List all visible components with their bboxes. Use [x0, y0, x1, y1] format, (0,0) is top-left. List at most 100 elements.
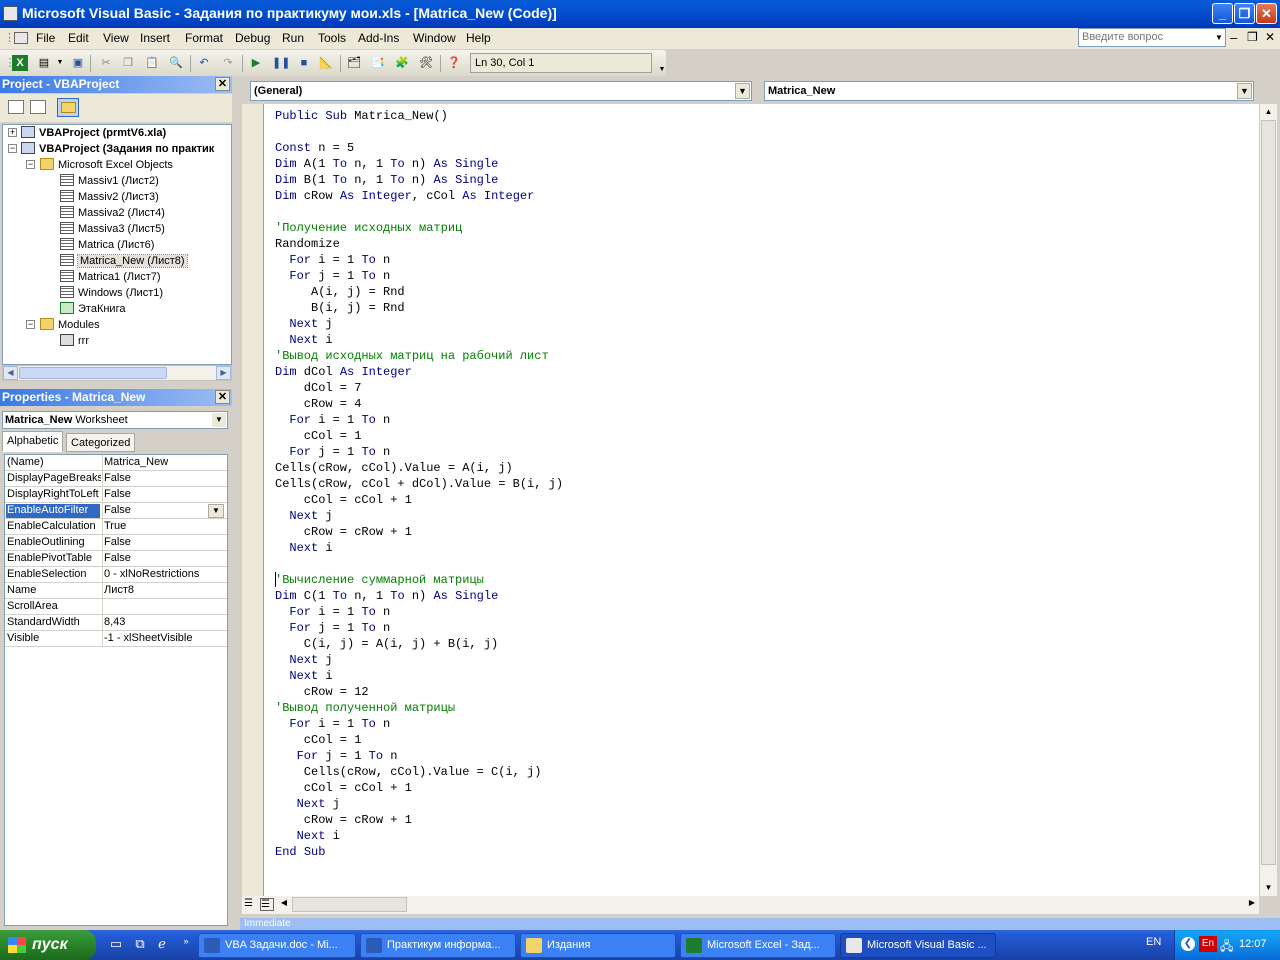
code-margin[interactable]: [242, 104, 264, 896]
code-line[interactable]: cRow = cRow + 1: [275, 812, 412, 828]
code-line[interactable]: Dim cRow As Integer, cCol As Integer: [275, 188, 534, 204]
menu-add-ins[interactable]: Add-Ins: [358, 31, 399, 45]
copy-icon[interactable]: ❐: [120, 55, 136, 71]
help-icon[interactable]: ❓: [446, 55, 462, 71]
property-value[interactable]: [102, 599, 227, 614]
code-line[interactable]: For j = 1 To n: [275, 620, 390, 636]
tree-node-sheet[interactable]: Matrica1 (Лист7): [60, 269, 161, 285]
chevron-double-icon[interactable]: »: [178, 936, 194, 952]
code-line[interactable]: Next i: [275, 668, 332, 684]
scroll-thumb[interactable]: [292, 897, 407, 912]
code-line[interactable]: 'Вывод полученной матрицы: [275, 700, 455, 716]
property-value[interactable]: 8,43: [102, 615, 227, 630]
reset-icon[interactable]: ■: [296, 55, 312, 71]
property-row[interactable]: EnableCalculation True: [5, 519, 227, 535]
scroll-thumb[interactable]: [1261, 120, 1276, 865]
scroll-right-icon[interactable]: ▶: [216, 366, 231, 380]
doc-restore-icon[interactable]: ❐: [1247, 30, 1258, 44]
code-line[interactable]: For j = 1 To n: [275, 748, 398, 764]
tree-node-sheet[interactable]: Massiv1 (Лист2): [60, 173, 159, 189]
property-row[interactable]: EnableOutlining False: [5, 535, 227, 551]
cut-icon[interactable]: ✂: [98, 55, 114, 71]
scroll-down-icon[interactable]: ▼: [1261, 880, 1276, 895]
chevron-down-icon[interactable]: ▼: [208, 504, 224, 518]
code-line[interactable]: Next j: [275, 508, 332, 524]
menu-view[interactable]: View: [103, 31, 129, 45]
design-mode-icon[interactable]: 📐: [318, 55, 334, 71]
close-button[interactable]: ✕: [1256, 3, 1277, 24]
task-excel[interactable]: Microsoft Excel - Зад...: [680, 933, 836, 958]
code-line[interactable]: Cells(cRow, cCol + dCol).Value = B(i, j): [275, 476, 563, 492]
menu-edit[interactable]: Edit: [68, 31, 89, 45]
menu-file[interactable]: File: [36, 31, 55, 45]
property-row[interactable]: StandardWidth 8,43: [5, 615, 227, 631]
property-row[interactable]: (Name) Matrica_New: [5, 455, 227, 471]
property-row[interactable]: EnableSelection 0 - xlNoRestrictions: [5, 567, 227, 583]
code-line[interactable]: For i = 1 To n: [275, 252, 390, 268]
menu-debug[interactable]: Debug: [235, 31, 270, 45]
code-line[interactable]: For i = 1 To n: [275, 716, 390, 732]
expand-icon[interactable]: +: [8, 128, 17, 137]
code-line[interactable]: Const n = 5: [275, 140, 354, 156]
code-line[interactable]: Next j: [275, 316, 332, 332]
menu-format[interactable]: Format: [185, 31, 223, 45]
code-hscrollbar[interactable]: ☰ ☰ ◀ ▶: [242, 896, 1259, 914]
tree-node-excel-objects[interactable]: Microsoft Excel Objects: [40, 157, 173, 173]
scroll-left-icon[interactable]: ◀: [3, 366, 18, 380]
task-word-practicum[interactable]: Практикум информа...: [360, 933, 516, 958]
chevron-down-icon[interactable]: ▼: [52, 55, 68, 71]
internet-explorer-icon[interactable]: ℯ: [154, 936, 170, 952]
code-line[interactable]: 'Вычисление суммарной матрицы: [275, 572, 484, 588]
code-line[interactable]: Dim C(1 To n, 1 To n) As Single: [275, 588, 498, 604]
chevron-down-icon[interactable]: ▼: [1237, 83, 1252, 99]
code-line[interactable]: End Sub: [275, 844, 325, 860]
task-vba-active[interactable]: Microsoft Visual Basic ...: [840, 933, 996, 958]
property-row[interactable]: Name Лист8: [5, 583, 227, 599]
property-row[interactable]: DisplayRightToLeft False: [5, 487, 227, 503]
tree-node-modules[interactable]: Modules: [40, 317, 100, 333]
code-line[interactable]: Next i: [275, 540, 332, 556]
tree-node-sheet[interactable]: Windows (Лист1): [60, 285, 163, 301]
code-line[interactable]: Dim dCol As Integer: [275, 364, 412, 380]
collapse-icon[interactable]: −: [26, 320, 35, 329]
code-line[interactable]: 'Вывод исходных матриц на рабочий лист: [275, 348, 549, 364]
scroll-up-icon[interactable]: ▲: [1261, 104, 1276, 119]
procedure-view-icon[interactable]: ☰: [244, 898, 256, 911]
project-hscrollbar[interactable]: ◀ ▶: [2, 365, 232, 381]
start-button[interactable]: пуск: [0, 930, 96, 960]
code-line[interactable]: Dim B(1 To n, 1 To n) As Single: [275, 172, 498, 188]
toolbox-icon[interactable]: 🛠: [418, 55, 434, 71]
code-line[interactable]: cRow = cRow + 1: [275, 524, 412, 540]
network-icon[interactable]: 🖧: [1220, 937, 1233, 958]
code-line[interactable]: For i = 1 To n: [275, 412, 390, 428]
chevron-down-icon[interactable]: ▼: [1213, 29, 1225, 46]
code-line[interactable]: C(i, j) = A(i, j) + B(i, j): [275, 636, 498, 652]
redo-icon[interactable]: ↷: [220, 55, 236, 71]
code-line[interactable]: Randomize: [275, 236, 340, 252]
properties-grid[interactable]: (Name) Matrica_New DisplayPageBreaks False…: [4, 454, 228, 926]
tree-node-sheet-selected[interactable]: Matrica_New (Лист8): [60, 253, 188, 269]
code-line[interactable]: Next j: [275, 652, 332, 668]
full-module-view-icon[interactable]: ☰: [260, 898, 274, 911]
object-browser-icon[interactable]: 🧩: [394, 55, 410, 71]
object-combo[interactable]: (General) ▼: [250, 81, 752, 101]
code-line[interactable]: Next j: [275, 796, 340, 812]
doc-close-icon[interactable]: ✕: [1265, 30, 1275, 44]
property-row[interactable]: EnablePivotTable False: [5, 551, 227, 567]
code-line[interactable]: Cells(cRow, cCol).Value = A(i, j): [275, 460, 513, 476]
code-line[interactable]: For j = 1 To n: [275, 268, 390, 284]
tab-categorized[interactable]: Categorized: [66, 433, 136, 452]
tab-alphabetic[interactable]: Alphabetic: [2, 431, 64, 452]
save-icon[interactable]: ▣: [70, 55, 86, 71]
code-line[interactable]: Public Sub Matrica_New(): [275, 108, 448, 124]
properties-object-select[interactable]: Matrica_New Worksheet ▼: [2, 411, 228, 429]
procedure-combo[interactable]: Matrica_New ▼: [764, 81, 1254, 101]
code-line[interactable]: For j = 1 To n: [275, 444, 390, 460]
tree-node-sheet[interactable]: Massiva3 (Лист5): [60, 221, 165, 237]
property-value[interactable]: True: [102, 519, 227, 534]
property-value[interactable]: Лист8: [102, 583, 227, 598]
tree-node-sheet[interactable]: Massiv2 (Лист3): [60, 189, 159, 205]
scroll-right-icon[interactable]: ▶: [1246, 898, 1258, 911]
property-value[interactable]: 0 - xlNoRestrictions: [102, 567, 227, 582]
break-icon[interactable]: ❚❚: [272, 55, 290, 71]
